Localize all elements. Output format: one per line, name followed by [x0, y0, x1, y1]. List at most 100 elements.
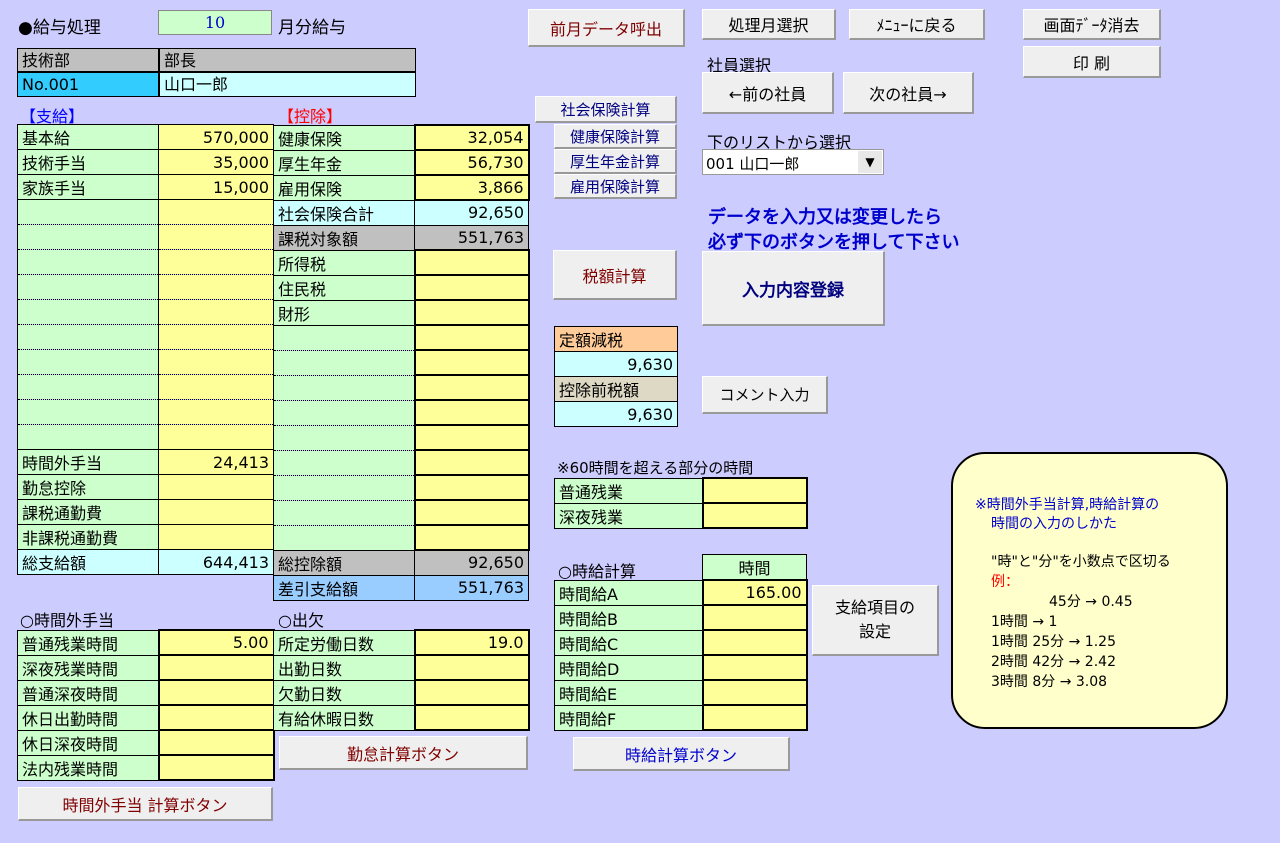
social-total-value: 92,650: [414, 199, 529, 226]
pay-item-value[interactable]: 35,000: [158, 149, 274, 175]
hourly-value[interactable]: [701, 654, 808, 681]
attendance-calc-button[interactable]: 勤怠計算ボタン: [279, 736, 528, 770]
taxable-label: 課税対象額: [273, 224, 415, 251]
pay-item-value[interactable]: [158, 324, 274, 350]
hourly-value[interactable]: 165.00: [701, 579, 808, 606]
pay-item-value[interactable]: [158, 299, 274, 325]
attendance-value[interactable]: [413, 654, 530, 681]
month-input[interactable]: 10: [158, 10, 272, 35]
employee-dropdown-value: 001 山口一郎: [706, 155, 800, 173]
pay-item-value[interactable]: [158, 199, 274, 225]
deduct-tax-value[interactable]: [413, 399, 530, 426]
deduct-total-value: 92,650: [414, 549, 529, 576]
deduct-tax-value[interactable]: [413, 249, 530, 276]
notice-line1: データを入力又は変更したら: [708, 207, 942, 228]
overtime-value[interactable]: 5.00: [157, 629, 275, 656]
deduct-tax-value[interactable]: [413, 299, 530, 326]
pay-item-value[interactable]: [158, 399, 274, 425]
overtime-value[interactable]: [157, 654, 275, 681]
register-input-button[interactable]: 入力内容登録: [702, 251, 885, 326]
employee-dropdown[interactable]: 001 山口一郎 ▼: [702, 149, 884, 175]
pay-item-value[interactable]: [158, 224, 274, 250]
deduct-item-value[interactable]: 56,730: [413, 149, 530, 176]
pay-item-value[interactable]: [158, 499, 274, 525]
overtime-value[interactable]: [157, 729, 275, 756]
deduct-tax-value[interactable]: [413, 324, 530, 351]
hourly-value[interactable]: [701, 604, 808, 631]
deduct-tax-label: [273, 324, 415, 351]
overtime-value[interactable]: [157, 704, 275, 731]
attendance-value[interactable]: 19.0: [413, 629, 530, 656]
pay-item-label: 課税通勤費: [17, 499, 159, 525]
hourly-value[interactable]: [701, 704, 808, 731]
pay-item-label: [17, 299, 159, 325]
deduct-tax-label: [273, 474, 415, 501]
help-example-line: 1時間 25分 → 1.25: [991, 634, 1116, 650]
attendance-value[interactable]: [413, 704, 530, 731]
pay-item-label: [17, 249, 159, 275]
hourly-label: 時間給B: [554, 604, 703, 631]
chevron-down-icon[interactable]: ▼: [858, 151, 882, 173]
pay-item-value[interactable]: [158, 249, 274, 275]
over60-heading: ※60時間を超える部分の時間: [557, 459, 754, 477]
overtime-value[interactable]: [157, 754, 275, 781]
pay-item-value[interactable]: 570,000: [158, 124, 274, 150]
attendance-value[interactable]: [413, 679, 530, 706]
comment-input-button[interactable]: コメント入力: [702, 376, 828, 414]
hourly-calc-button[interactable]: 時給計算ボタン: [573, 737, 790, 771]
pay-total-value: 644,413: [158, 549, 274, 575]
pay-item-label: 技術手当: [17, 149, 159, 175]
hourly-label: 時間給E: [554, 679, 703, 706]
pay-item-value[interactable]: [158, 274, 274, 300]
select-month-button[interactable]: 処理月選択: [702, 9, 836, 40]
pay-item-value[interactable]: [158, 374, 274, 400]
pay-item-value[interactable]: [158, 524, 274, 550]
print-button[interactable]: 印 刷: [1023, 46, 1161, 78]
deduct-tax-value[interactable]: [413, 424, 530, 451]
deduct-tax-value[interactable]: [413, 349, 530, 376]
overtime-label: 普通残業時間: [17, 629, 159, 656]
overtime-calc-button[interactable]: 時間外手当 計算ボタン: [18, 787, 273, 821]
over60-value[interactable]: [701, 477, 808, 504]
pay-item-label: 家族手当: [17, 174, 159, 200]
hourly-value[interactable]: [701, 629, 808, 656]
pay-item-value[interactable]: [158, 349, 274, 375]
deduct-tax-value[interactable]: [413, 524, 530, 551]
deduct-tax-value[interactable]: [413, 474, 530, 501]
attendance-label: 有給休暇日数: [273, 704, 415, 731]
pay-item-value[interactable]: 15,000: [158, 174, 274, 200]
attendance-heading: ○出欠: [278, 611, 324, 630]
pay-item-value[interactable]: 24,413: [158, 449, 274, 475]
social-insurance-calc-button[interactable]: 社会保険計算: [535, 96, 677, 123]
deduct-tax-value[interactable]: [413, 274, 530, 301]
pre-deduction-tax-value: 9,630: [554, 401, 678, 427]
hourly-value[interactable]: [701, 679, 808, 706]
pay-item-label: 時間外手当: [17, 449, 159, 475]
over60-value[interactable]: [701, 502, 808, 529]
prev-employee-button[interactable]: ←前の社員: [702, 72, 834, 114]
deduct-item-value[interactable]: 3,866: [413, 174, 530, 201]
hourly-header-spacer: [555, 555, 703, 581]
back-to-menu-button[interactable]: ﾒﾆｭｰに戻る: [849, 9, 985, 40]
help-example-label: 例：: [991, 574, 1019, 590]
deduct-total-label: 総控除額: [273, 549, 415, 576]
tax-calc-button[interactable]: 税額計算: [553, 250, 677, 300]
clear-data-button[interactable]: 画面ﾃﾞｰﾀ消去: [1023, 9, 1161, 40]
pay-item-value[interactable]: [158, 424, 274, 450]
pay-item-label: [17, 274, 159, 300]
employment-insurance-calc-button[interactable]: 雇用保険計算: [554, 174, 677, 199]
pay-item-settings-button[interactable]: 支給項目の 設定: [812, 585, 939, 656]
pay-item-label: 基本給: [17, 124, 159, 150]
deduct-item-value[interactable]: 32,054: [413, 124, 530, 151]
deduct-tax-value[interactable]: [413, 449, 530, 476]
prev-month-data-button[interactable]: 前月データ呼出: [528, 9, 685, 47]
pay-total-label: 総支給額: [17, 549, 159, 575]
deduct-tax-value[interactable]: [413, 499, 530, 526]
pension-calc-button[interactable]: 厚生年金計算: [554, 149, 677, 174]
next-employee-button[interactable]: 次の社員→: [843, 72, 974, 114]
page-title: ●給与処理: [18, 18, 101, 38]
pay-item-value[interactable]: [158, 474, 274, 500]
health-insurance-calc-button[interactable]: 健康保険計算: [554, 124, 677, 149]
overtime-value[interactable]: [157, 679, 275, 706]
deduct-tax-value[interactable]: [413, 374, 530, 401]
